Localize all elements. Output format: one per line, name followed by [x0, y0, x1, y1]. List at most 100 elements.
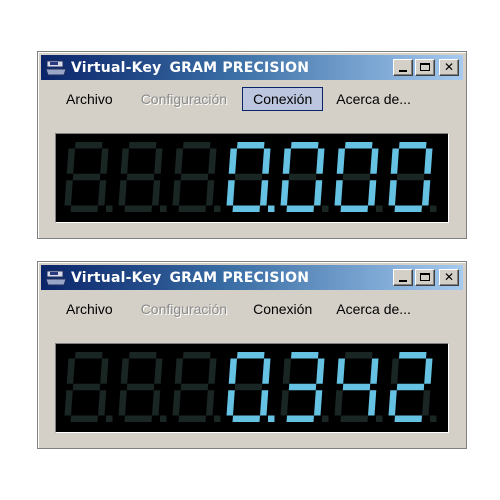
menu-acerca-de[interactable]: Acerca de...	[325, 87, 422, 111]
digit-6-segment-e	[334, 390, 343, 416]
digit-7-segment-c	[422, 390, 431, 416]
maximize-icon[interactable]	[415, 59, 435, 76]
digit-5-segment-c	[314, 180, 323, 206]
app-window-2: Virtual-Key GRAM PRECISION ✕ Archivo Conf…	[37, 261, 467, 449]
digit-1-segment-f	[66, 358, 75, 384]
digit-4-segment-c	[260, 180, 269, 206]
digit-1-segment-d	[70, 205, 98, 212]
digit-2-segment-g	[126, 383, 155, 391]
digit-2-segment-c	[152, 180, 161, 206]
digit-1-segment-e	[64, 390, 73, 416]
digit-1-segment-g	[72, 173, 101, 181]
digit-7-segment-a	[399, 352, 427, 359]
digit-5-segment-g	[288, 173, 317, 181]
digit-7-segment-b	[424, 358, 433, 384]
digit-4-segment-b	[262, 358, 271, 384]
digit-6-segment-a	[345, 142, 373, 149]
close-icon[interactable]: ✕	[439, 269, 459, 286]
digit-6-segment-g	[342, 383, 371, 391]
seven-segment-display	[55, 343, 449, 433]
digit-5-segment-e	[280, 180, 289, 206]
digit-7-decimal-point	[430, 205, 437, 212]
title-brand: Virtual-Key	[71, 59, 162, 76]
app-window-1: Virtual-Key GRAM PRECISION ✕ Archivo Conf…	[37, 51, 467, 239]
maximize-icon[interactable]	[415, 269, 435, 286]
close-icon[interactable]: ✕	[439, 59, 459, 76]
app-scale-icon	[44, 58, 68, 78]
digit-5-segment-c	[314, 390, 323, 416]
digit-1-segment-d	[70, 415, 98, 422]
digit-3-segment-d	[178, 205, 206, 212]
digit-2-segment-e	[118, 180, 127, 206]
digit-6-segment-a	[345, 352, 373, 359]
digit-7-segment-d	[394, 205, 422, 212]
digit-7-decimal-point	[430, 415, 437, 422]
digit-6-segment-b	[370, 358, 379, 384]
digit-3-segment-e	[172, 180, 181, 206]
digit-4-decimal-point	[268, 205, 275, 212]
digit-6-segment-b	[370, 148, 379, 174]
window-title: Virtual-Key GRAM PRECISION	[71, 60, 309, 76]
title-name: GRAM PRECISION	[169, 269, 310, 286]
digit-5-segment-b	[316, 148, 325, 174]
digit-2-segment-f	[120, 148, 129, 174]
digit-5-segment-a	[291, 142, 319, 149]
digit-2-segment-g	[126, 173, 155, 181]
digit-3-segment-f	[174, 358, 183, 384]
digit-1-segment-a	[75, 142, 103, 149]
digit-5-segment-e	[280, 390, 289, 416]
digit-4-segment-e	[226, 390, 235, 416]
digit-3-segment-c	[206, 390, 215, 416]
digit-1-segment-f	[66, 148, 75, 174]
digit-6-segment-c	[368, 390, 377, 416]
digit-6-decimal-point	[376, 205, 383, 212]
digit-3-segment-c	[206, 180, 215, 206]
digit-2-segment-a	[129, 142, 157, 149]
digit-2-segment-a	[129, 352, 157, 359]
weight-reading	[64, 352, 437, 422]
digit-3-segment-g	[180, 173, 209, 181]
digit-7-segment-a	[399, 142, 427, 149]
digit-2-decimal-point	[160, 415, 167, 422]
digit-2-segment-b	[154, 148, 163, 174]
digit-6-segment-f	[336, 358, 345, 384]
title-bar[interactable]: Virtual-Key GRAM PRECISION ✕	[41, 265, 463, 290]
digit-3-decimal-point	[214, 415, 221, 422]
digit-1-segment-c	[98, 180, 107, 206]
app-scale-icon	[44, 268, 68, 288]
minimize-icon[interactable]	[393, 59, 413, 76]
menu-conexion[interactable]: Conexión	[242, 297, 323, 321]
digit-3-segment-a	[183, 352, 211, 359]
digit-5-segment-g	[288, 383, 317, 391]
digit-2-decimal-point	[160, 205, 167, 212]
menu-conexion[interactable]: Conexión	[242, 87, 324, 111]
digit-7-segment-c	[422, 180, 431, 206]
digit-7-segment-b	[424, 148, 433, 174]
digit-6-segment-d	[340, 415, 368, 422]
digit-2-segment-d	[124, 205, 152, 212]
digit-5-segment-d	[286, 415, 314, 422]
menu-configuracion: Configuración	[140, 301, 228, 317]
digit-7-segment-e	[388, 180, 397, 206]
digit-2-segment-d	[124, 415, 152, 422]
digit-1-segment-b	[100, 148, 109, 174]
digit-4-decimal-point	[268, 415, 275, 422]
digit-4-segment-g	[234, 173, 263, 181]
digit-2-segment-f	[120, 358, 129, 384]
menu-archivo[interactable]: Archivo	[55, 87, 124, 111]
digit-7-segment-f	[390, 148, 399, 174]
digit-7-segment-g	[396, 173, 425, 181]
digit-1-segment-c	[98, 390, 107, 416]
digit-3-segment-a	[183, 142, 211, 149]
digit-4-segment-c	[260, 390, 269, 416]
menu-acerca-de[interactable]: Acerca de...	[325, 297, 422, 321]
menu-bar: Archivo Configuración Conexión Acerca de…	[41, 86, 463, 112]
menu-archivo[interactable]: Archivo	[55, 297, 124, 321]
digit-7-segment-e	[388, 390, 397, 416]
title-brand: Virtual-Key	[71, 269, 162, 286]
minimize-icon[interactable]	[393, 269, 413, 286]
digit-3-segment-d	[178, 415, 206, 422]
weight-reading	[64, 142, 437, 212]
digit-3-segment-e	[172, 390, 181, 416]
title-bar[interactable]: Virtual-Key GRAM PRECISION ✕	[41, 55, 463, 80]
